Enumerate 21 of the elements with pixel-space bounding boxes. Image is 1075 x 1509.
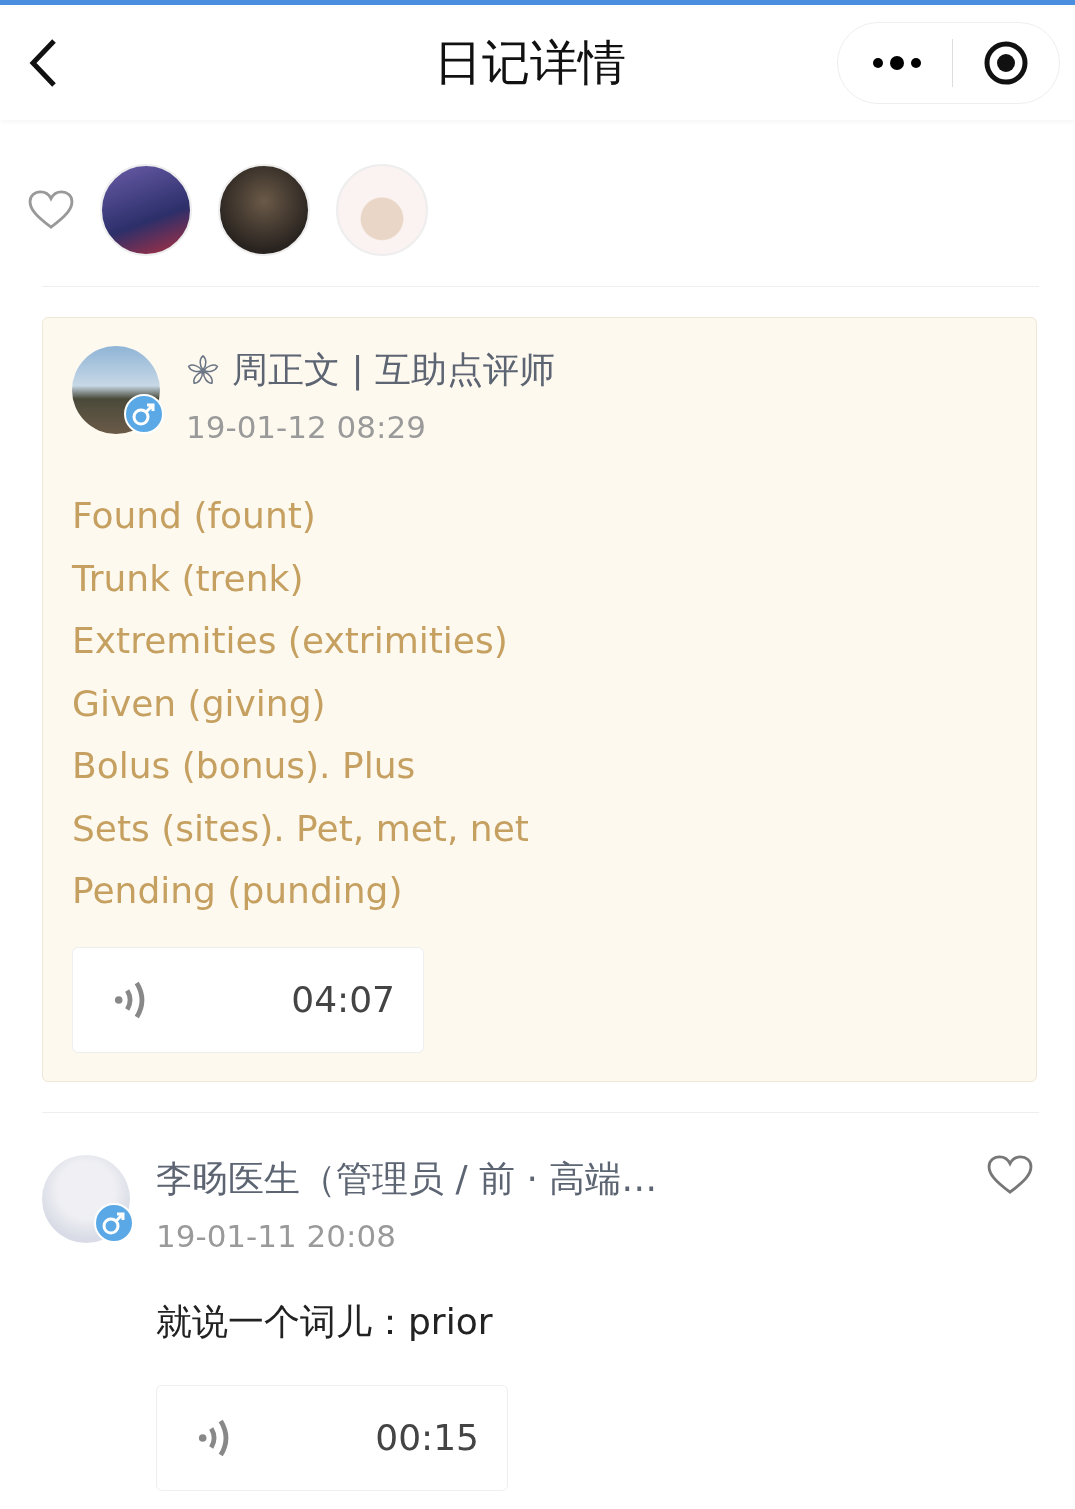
diary-text-line: Bolus (bonus). Plus: [72, 744, 417, 788]
diary-text-line: Sets (sites). Pet, met, net: [72, 806, 530, 851]
diary-text-line: Extremities (extrimities): [72, 619, 509, 663]
diary-text-line: Found (fount): [72, 494, 317, 538]
post-time: 19-01-12 08:29: [186, 409, 427, 445]
comment-text: 就说一个词儿：prior: [156, 1299, 494, 1344]
voice-duration: 00:15: [375, 1417, 479, 1458]
commenter-name[interactable]: 李旸医生（管理员 / 前 · 高端…: [156, 1154, 658, 1204]
heart-icon[interactable]: [987, 1154, 1033, 1195]
diary-text-line: Trunk (trenk): [72, 556, 305, 601]
author-name[interactable]: 周正文 | 互助点评师: [232, 346, 555, 395]
voice-duration: 04:07: [291, 979, 395, 1020]
more-icon[interactable]: [872, 54, 922, 71]
comment-time: 19-01-11 20:08: [156, 1217, 397, 1254]
diary-text-line: Given (giving): [72, 681, 327, 726]
page-title: 日记详情: [434, 32, 626, 92]
voice-message[interactable]: 04:07: [72, 946, 424, 1053]
back-icon[interactable]: [28, 37, 58, 88]
heart-icon[interactable]: [28, 190, 74, 230]
voice-message[interactable]: 00:15: [156, 1384, 508, 1491]
diary-text-line: Pending (punding): [72, 869, 404, 913]
